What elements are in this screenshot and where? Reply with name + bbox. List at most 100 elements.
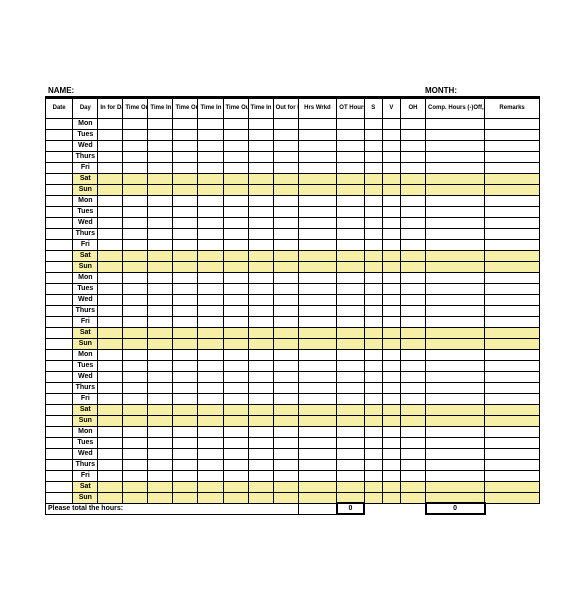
data-cell (173, 459, 198, 470)
date-cell (46, 129, 73, 140)
data-cell (273, 448, 298, 459)
date-cell (46, 184, 73, 195)
data-cell (198, 217, 223, 228)
data-cell (223, 382, 248, 393)
totals-hrs-wrkd (298, 503, 337, 514)
data-cell (426, 459, 485, 470)
table-row: Fri (46, 470, 540, 481)
col-header: Out for Day (273, 98, 298, 118)
col-header: Time Out (123, 98, 148, 118)
data-cell (198, 448, 223, 459)
day-cell: Mon (73, 426, 98, 437)
table-row: Tues (46, 129, 540, 140)
data-cell (273, 415, 298, 426)
data-cell (123, 261, 148, 272)
day-cell: Tues (73, 129, 98, 140)
data-cell (273, 140, 298, 151)
date-cell (46, 250, 73, 261)
col-header: Day (73, 98, 98, 118)
data-cell (98, 184, 123, 195)
data-cell (223, 294, 248, 305)
data-cell (426, 492, 485, 503)
data-cell (173, 371, 198, 382)
data-cell (337, 173, 364, 184)
day-cell: Thurs (73, 382, 98, 393)
day-cell: Wed (73, 294, 98, 305)
data-cell (198, 426, 223, 437)
day-cell: Fri (73, 470, 98, 481)
data-cell (148, 250, 173, 261)
data-cell (401, 195, 426, 206)
data-cell (173, 151, 198, 162)
data-cell (223, 206, 248, 217)
data-cell (298, 481, 337, 492)
data-cell (426, 283, 485, 294)
data-cell (248, 448, 273, 459)
data-cell (401, 426, 426, 437)
data-cell (364, 481, 382, 492)
day-cell: Mon (73, 195, 98, 206)
col-header: Date (46, 98, 73, 118)
data-cell (364, 184, 382, 195)
data-cell (248, 129, 273, 140)
data-cell (148, 393, 173, 404)
data-cell (123, 404, 148, 415)
data-cell (485, 404, 540, 415)
data-cell (364, 239, 382, 250)
col-header: OT Hours (337, 98, 364, 118)
data-cell (198, 228, 223, 239)
data-cell (198, 195, 223, 206)
data-cell (426, 426, 485, 437)
data-cell (198, 272, 223, 283)
data-cell (273, 173, 298, 184)
data-cell (426, 415, 485, 426)
data-cell (123, 305, 148, 316)
data-cell (148, 448, 173, 459)
data-cell (198, 360, 223, 371)
data-cell (485, 184, 540, 195)
table-row: Sun (46, 338, 540, 349)
data-cell (223, 338, 248, 349)
day-cell: Wed (73, 371, 98, 382)
col-header: Time Out (173, 98, 198, 118)
data-cell (485, 492, 540, 503)
col-header: OH (401, 98, 426, 118)
data-cell (382, 371, 400, 382)
data-cell (173, 327, 198, 338)
data-cell (273, 360, 298, 371)
day-cell: Sat (73, 481, 98, 492)
data-cell (248, 206, 273, 217)
data-cell (223, 283, 248, 294)
data-cell (223, 118, 248, 129)
data-cell (98, 272, 123, 283)
column-headers: DateDayIn for DayTime OutTime InTime Out… (46, 98, 540, 118)
data-cell (426, 360, 485, 371)
data-cell (98, 459, 123, 470)
table-row: Thurs (46, 305, 540, 316)
data-cell (364, 470, 382, 481)
data-cell (401, 437, 426, 448)
data-cell (364, 151, 382, 162)
data-cell (198, 294, 223, 305)
totals-comp: 0 (426, 503, 485, 514)
data-cell (485, 250, 540, 261)
data-cell (98, 371, 123, 382)
data-cell (273, 118, 298, 129)
data-cell (148, 162, 173, 173)
day-cell: Wed (73, 217, 98, 228)
date-cell (46, 481, 73, 492)
data-cell (485, 239, 540, 250)
data-cell (173, 239, 198, 250)
data-cell (223, 228, 248, 239)
data-cell (123, 294, 148, 305)
data-cell (223, 151, 248, 162)
data-cell (382, 393, 400, 404)
data-cell (123, 283, 148, 294)
data-cell (364, 437, 382, 448)
data-cell (426, 272, 485, 283)
data-cell (223, 426, 248, 437)
data-cell (364, 294, 382, 305)
date-cell (46, 338, 73, 349)
data-cell (148, 184, 173, 195)
date-cell (46, 382, 73, 393)
